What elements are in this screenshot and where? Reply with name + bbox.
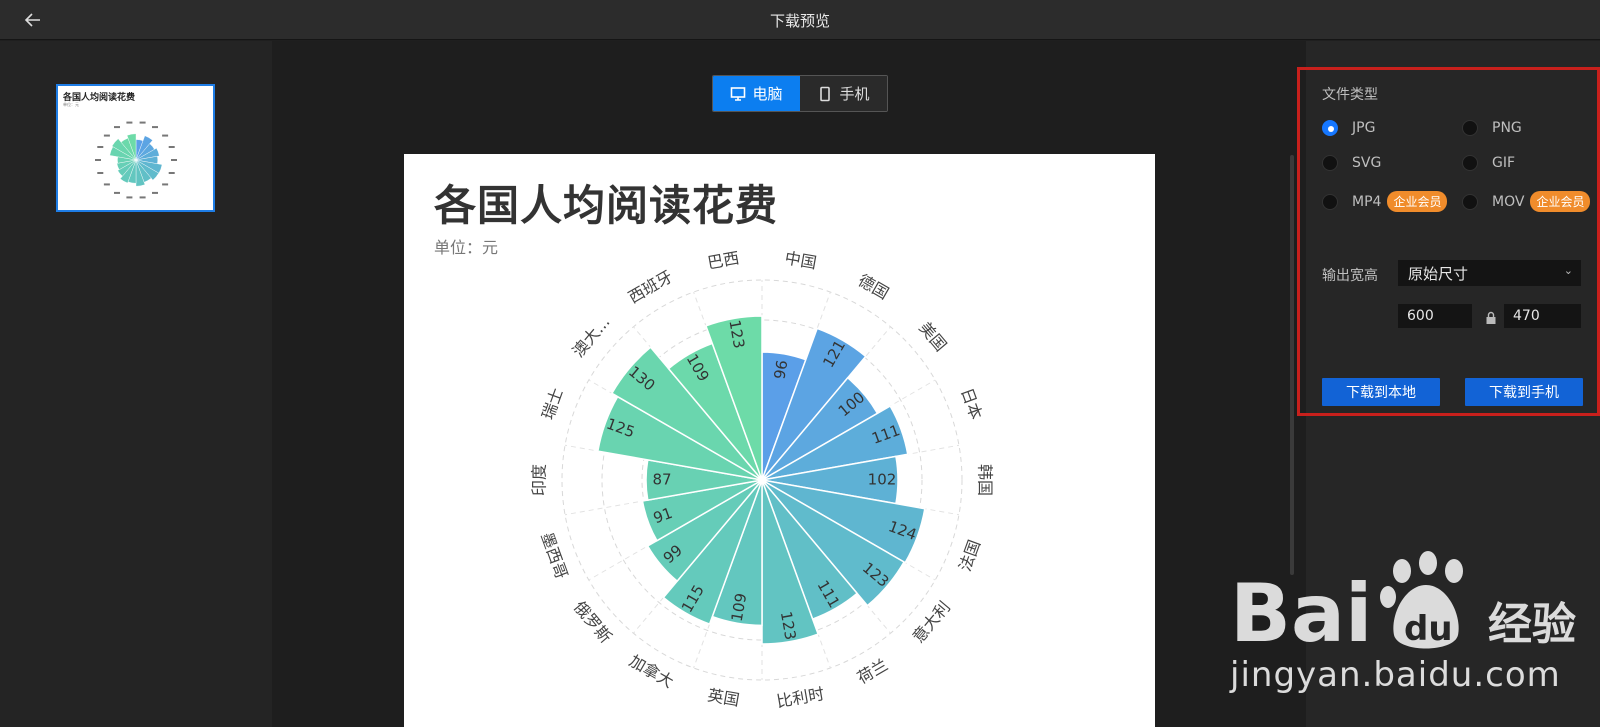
enterprise-badge: 企业会员 bbox=[1387, 191, 1448, 212]
page-title: 下载预览 bbox=[769, 12, 830, 30]
category-label: 意大利 bbox=[909, 598, 954, 647]
center-dot bbox=[758, 476, 766, 484]
category-label: 加拿大 bbox=[626, 651, 677, 691]
radio-mp4[interactable]: MP4 企业会员 bbox=[1322, 191, 1448, 212]
bar-value-label: 96 bbox=[770, 359, 791, 381]
thumb-label-mark bbox=[162, 134, 169, 137]
category-label: 巴西 bbox=[706, 248, 741, 272]
lock-icon[interactable] bbox=[1485, 311, 1497, 325]
thumb-label-mark bbox=[97, 171, 104, 174]
size-select[interactable]: 原始尺寸 ⌄ bbox=[1398, 260, 1581, 286]
download-mobile-button[interactable]: 下载到手机 bbox=[1465, 378, 1583, 406]
thumb-label-mark bbox=[114, 191, 120, 194]
thumb-label-mark bbox=[152, 191, 158, 194]
top-bar: 下载预览 bbox=[0, 0, 1600, 40]
bar-value-label: 102 bbox=[868, 471, 897, 489]
radio-mov-label: MOV bbox=[1492, 193, 1525, 210]
tab-mobile-label: 手机 bbox=[839, 85, 870, 103]
category-label: 德国 bbox=[855, 271, 892, 303]
radio-mov[interactable]: MOV 企业会员 bbox=[1462, 191, 1591, 212]
chart-canvas: 各国人均阅读花费 单位：元 96 中国 121 德国 100 美国 111 日本 102 韩国 12… bbox=[404, 154, 1155, 727]
thumb-label-mark bbox=[95, 159, 101, 161]
category-label: 韩国 bbox=[976, 464, 995, 496]
polar-bar-chart: 96中国121德国100美国111日本102 韩国124法国123意大利111荷兰… bbox=[530, 248, 995, 711]
radio-gif-dot bbox=[1462, 155, 1478, 171]
thumb-label-mark bbox=[126, 196, 133, 199]
thumb-label-mark bbox=[139, 121, 146, 124]
monitor-icon bbox=[731, 86, 746, 101]
category-label: 墨西哥 bbox=[537, 530, 571, 582]
category-label: 中国 bbox=[783, 248, 818, 272]
thumb-label-mark bbox=[97, 146, 104, 149]
thumb-label-mark bbox=[171, 159, 177, 161]
file-type-label: 文件类型 bbox=[1322, 87, 1378, 103]
radio-mp4-label: MP4 bbox=[1352, 193, 1382, 210]
category-label: 澳大... bbox=[569, 312, 614, 360]
thumb-label-mark bbox=[162, 183, 169, 186]
category-label: 荷兰 bbox=[854, 655, 891, 687]
thumb-label-mark bbox=[152, 126, 158, 129]
height-input[interactable] bbox=[1504, 304, 1581, 328]
radio-mp4-dot bbox=[1322, 193, 1338, 210]
radio-jpg-dot bbox=[1322, 120, 1338, 136]
device-toggle: 电脑 手机 bbox=[712, 75, 888, 112]
thumb-label-mark bbox=[114, 126, 120, 129]
output-size-label: 输出宽高 bbox=[1322, 268, 1378, 284]
watermark-url: jingyan.baidu.com bbox=[1230, 655, 1561, 695]
category-label: 俄罗斯 bbox=[570, 598, 615, 647]
phone-icon bbox=[820, 86, 831, 101]
tab-pc[interactable]: 电脑 bbox=[713, 76, 800, 111]
thumbnail-chart bbox=[95, 121, 177, 199]
page-thumbnail[interactable]: 各国人均阅读花费 单位：元 bbox=[56, 84, 215, 212]
tab-pc-label: 电脑 bbox=[752, 85, 783, 103]
bar-value-label: 87 bbox=[652, 471, 671, 489]
radio-svg[interactable]: SVG bbox=[1322, 155, 1381, 171]
category-label: 西班牙 bbox=[625, 267, 676, 307]
radio-png-dot bbox=[1462, 120, 1478, 136]
thumb-label-mark bbox=[139, 196, 146, 199]
category-label: 瑞士 bbox=[538, 385, 567, 422]
thumb-label-mark bbox=[168, 171, 175, 174]
download-local-button[interactable]: 下载到本地 bbox=[1322, 378, 1440, 406]
category-label: 美国 bbox=[915, 318, 950, 355]
category-label: 法国 bbox=[955, 537, 984, 574]
size-select-value: 原始尺寸 bbox=[1408, 265, 1469, 283]
category-label: 英国 bbox=[706, 686, 741, 710]
thumbnail-subtitle: 单位：元 bbox=[63, 102, 79, 107]
radio-jpg-label: JPG bbox=[1352, 120, 1376, 136]
category-label: 比利时 bbox=[775, 684, 826, 711]
radio-svg-label: SVG bbox=[1352, 155, 1382, 171]
category-label: 日本 bbox=[957, 385, 986, 422]
thumb-label-mark bbox=[126, 121, 133, 124]
enterprise-badge: 企业会员 bbox=[1530, 191, 1591, 212]
tab-mobile[interactable]: 手机 bbox=[800, 76, 887, 111]
radio-png[interactable]: PNG bbox=[1462, 120, 1522, 136]
width-input[interactable] bbox=[1398, 304, 1472, 328]
chevron-down-icon: ⌄ bbox=[1563, 264, 1573, 277]
thumb-label-mark bbox=[168, 146, 175, 149]
radio-jpg[interactable]: JPG bbox=[1322, 120, 1375, 136]
category-label: 印度 bbox=[530, 464, 549, 496]
radio-gif-label: GIF bbox=[1492, 155, 1516, 171]
thumb-label-mark bbox=[103, 134, 110, 137]
preview-scrollbar[interactable] bbox=[1290, 155, 1294, 575]
radio-mov-dot bbox=[1462, 193, 1478, 210]
radio-png-label: PNG bbox=[1492, 120, 1522, 136]
radio-svg-dot bbox=[1322, 155, 1338, 171]
radio-gif[interactable]: GIF bbox=[1462, 155, 1515, 171]
thumb-label-mark bbox=[103, 183, 110, 186]
